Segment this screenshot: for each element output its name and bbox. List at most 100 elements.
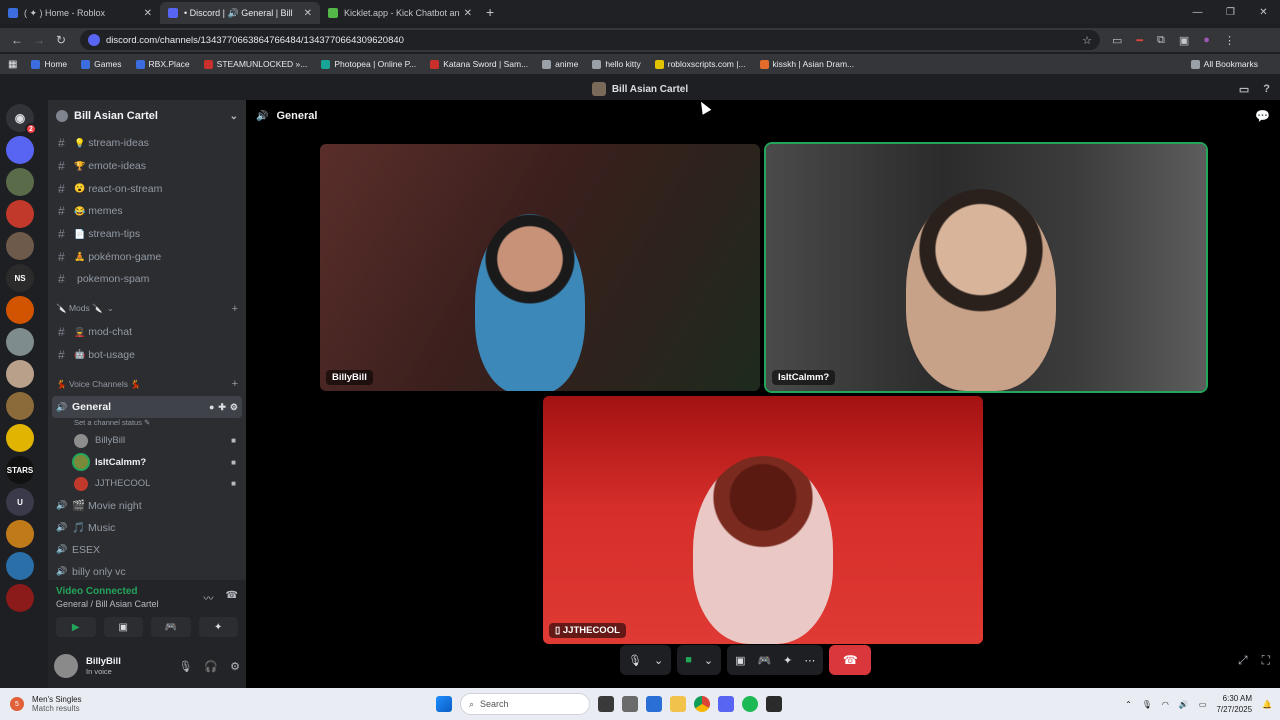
server-icon[interactable] xyxy=(6,232,34,260)
windows-start-icon[interactable] xyxy=(436,696,452,712)
channel-item[interactable]: # 💂 mod-chat xyxy=(48,321,246,344)
voice-user[interactable]: JJTHECOOL ■ xyxy=(48,473,246,495)
bookmark-rbxplace[interactable]: RBX.Place xyxy=(135,59,190,69)
help-icon[interactable]: ? xyxy=(1263,83,1270,96)
new-tab-button[interactable]: + xyxy=(486,4,494,20)
battery-icon[interactable]: ▭ xyxy=(1199,700,1207,709)
server-icon[interactable] xyxy=(6,200,34,228)
bookmark-folder-anime[interactable]: anime xyxy=(542,59,578,69)
voice-user[interactable]: BillyBill ■ xyxy=(48,430,246,452)
bookmark-kisskh[interactable]: kisskh | Asian Dram... xyxy=(759,59,854,69)
extension-red-icon[interactable]: ━ xyxy=(1136,34,1143,47)
discord-home-icon[interactable]: ◉ 2 xyxy=(6,104,37,135)
site-info-icon[interactable] xyxy=(88,34,100,46)
all-bookmarks-button[interactable]: All Bookmarks xyxy=(1190,59,1258,69)
close-window-button[interactable]: ✕ xyxy=(1247,0,1280,24)
tab-roblox[interactable]: ( ✦ ) Home - Roblox ✕ xyxy=(0,2,160,24)
taskbar-search-input[interactable]: ⌕ Search xyxy=(460,693,590,715)
tab-kicklet[interactable]: Kicklet.app - Kick Chatbot and ✕ xyxy=(320,2,480,24)
more-icon[interactable]: ⋯ xyxy=(804,654,815,667)
soundboard-icon[interactable]: ✦ xyxy=(783,654,792,667)
chevron-up-icon[interactable]: ⌃ xyxy=(1125,700,1132,709)
discord-taskbar-icon[interactable] xyxy=(718,696,734,712)
file-explorer-icon[interactable] xyxy=(670,696,686,712)
url-input[interactable]: discord.com/channels/1343770663864766484… xyxy=(80,30,1100,50)
settings-icon[interactable]: ⚙ xyxy=(230,402,238,413)
voice-channel-general[interactable]: 🔊 General ● ✚ ⚙ xyxy=(52,396,242,419)
bookmark-folder-hello-kitty[interactable]: hello kitty xyxy=(592,59,641,69)
store-icon[interactable] xyxy=(646,696,662,712)
server-icon[interactable] xyxy=(6,520,34,548)
voice-channel-item[interactable]: 🔊 🎵 Music xyxy=(48,517,246,539)
microphone-icon[interactable]: 🎙 xyxy=(178,660,192,673)
camera-icon[interactable]: ■ xyxy=(685,654,692,666)
user-settings-icon[interactable]: ⚙ xyxy=(230,660,240,673)
channel-item[interactable]: # 🏆 emote-ideas xyxy=(48,155,246,178)
chat-bubble-icon[interactable]: 💬 xyxy=(1255,109,1270,123)
reload-button[interactable]: ↻ xyxy=(50,33,72,47)
channel-item[interactable]: # 😂 memes xyxy=(48,200,246,223)
tab-discord[interactable]: • Discord | 🔊 General | Bill ✕ xyxy=(160,2,320,24)
server-icon[interactable] xyxy=(6,296,34,324)
bookmark-games[interactable]: Games xyxy=(81,59,122,69)
extension-icon[interactable]: ▭ xyxy=(1112,34,1122,47)
sidebar-icon[interactable]: ▣ xyxy=(1179,34,1189,47)
channel-status[interactable]: Set a channel status ✎ xyxy=(48,418,246,430)
camera-button[interactable]: ▶ xyxy=(56,617,96,637)
forward-button[interactable]: → xyxy=(28,33,50,47)
minimize-button[interactable]: — xyxy=(1181,0,1214,24)
screen-share-button[interactable]: ▣ xyxy=(103,617,143,637)
close-icon[interactable]: ✕ xyxy=(144,8,152,19)
guild-header[interactable]: Bill Asian Cartel ⌄ xyxy=(48,100,246,132)
chrome-icon[interactable] xyxy=(694,696,710,712)
channel-item[interactable]: # 🤖 bot-usage xyxy=(48,344,246,367)
chevron-down-icon[interactable]: ⌄ xyxy=(230,111,238,122)
bookmark-robloxscripts[interactable]: robloxscripts.com |... xyxy=(654,59,746,69)
server-icon[interactable]: NS xyxy=(6,264,34,292)
bookmark-steamunlocked[interactable]: STEAMUNLOCKED »... xyxy=(203,59,307,69)
voice-channel-item[interactable]: 🔊 🎬 Movie night xyxy=(48,495,246,517)
extensions-puzzle-icon[interactable]: ⧉ xyxy=(1157,34,1165,47)
task-view-icon[interactable] xyxy=(598,696,614,712)
noise-suppression-icon[interactable]: 〰 xyxy=(204,590,214,605)
chevron-down-icon[interactable]: ⌄ xyxy=(654,654,663,667)
widgets-button[interactable]: 5 Men's Singles Match results xyxy=(0,695,82,713)
soundboard-button[interactable]: ✦ xyxy=(198,617,238,637)
video-tile-jjthecool[interactable]: ▯ JJTHECOOL xyxy=(543,396,983,644)
server-icon[interactable] xyxy=(6,136,34,164)
clock[interactable]: 6:30 AM 7/27/2025 xyxy=(1216,693,1252,715)
volume-icon[interactable]: 🔊 xyxy=(1179,700,1189,709)
fullscreen-icon[interactable]: ⛶ xyxy=(1262,653,1270,668)
microphone-icon[interactable]: 🎙 xyxy=(628,654,642,667)
inbox-icon[interactable]: ▭ xyxy=(1239,83,1249,96)
voice-user[interactable]: IsItCalmm? ■ xyxy=(48,452,246,474)
add-channel-icon[interactable]: + xyxy=(232,378,238,390)
wifi-icon[interactable]: ◠ xyxy=(1162,700,1169,709)
screen-share-icon[interactable]: ▣ xyxy=(735,654,745,667)
voice-channel-item[interactable]: 🔊 ESEX xyxy=(48,539,246,561)
server-icon[interactable] xyxy=(6,168,34,196)
channel-item[interactable]: # 🧘 pokémon-game xyxy=(48,245,246,268)
server-icon[interactable] xyxy=(6,392,34,420)
add-channel-icon[interactable]: + xyxy=(232,303,238,315)
chat-bubble-icon[interactable]: ● xyxy=(209,402,214,413)
spotify-icon[interactable] xyxy=(742,696,758,712)
restore-button[interactable]: ❐ xyxy=(1214,0,1247,24)
bookmark-home[interactable]: Home xyxy=(31,59,67,69)
bookmark-star-icon[interactable]: ☆ xyxy=(1082,34,1092,47)
channel-item[interactable]: # 📄 stream-tips xyxy=(48,223,246,246)
bookmark-photopea[interactable]: Photopea | Online P... xyxy=(321,59,416,69)
back-button[interactable]: ← xyxy=(6,33,28,47)
channel-item[interactable]: # pokemon-spam xyxy=(48,268,246,291)
bookmark-katana[interactable]: Katana Sword | Sam... xyxy=(430,59,528,69)
app-icon[interactable] xyxy=(766,696,782,712)
avatar[interactable] xyxy=(54,654,78,678)
disconnect-icon[interactable]: ☎ xyxy=(226,590,238,605)
category-mods[interactable]: 🔪 Mods 🔪 ⌄ + xyxy=(48,297,246,321)
notifications-icon[interactable]: 🔔 xyxy=(1262,700,1272,709)
activity-icon[interactable]: 🎮 xyxy=(757,654,771,667)
server-icon[interactable] xyxy=(6,552,34,580)
server-icon[interactable]: STARS xyxy=(6,456,34,484)
microphone-icon[interactable]: 🎙 xyxy=(1142,700,1152,709)
server-icon[interactable] xyxy=(6,424,34,452)
